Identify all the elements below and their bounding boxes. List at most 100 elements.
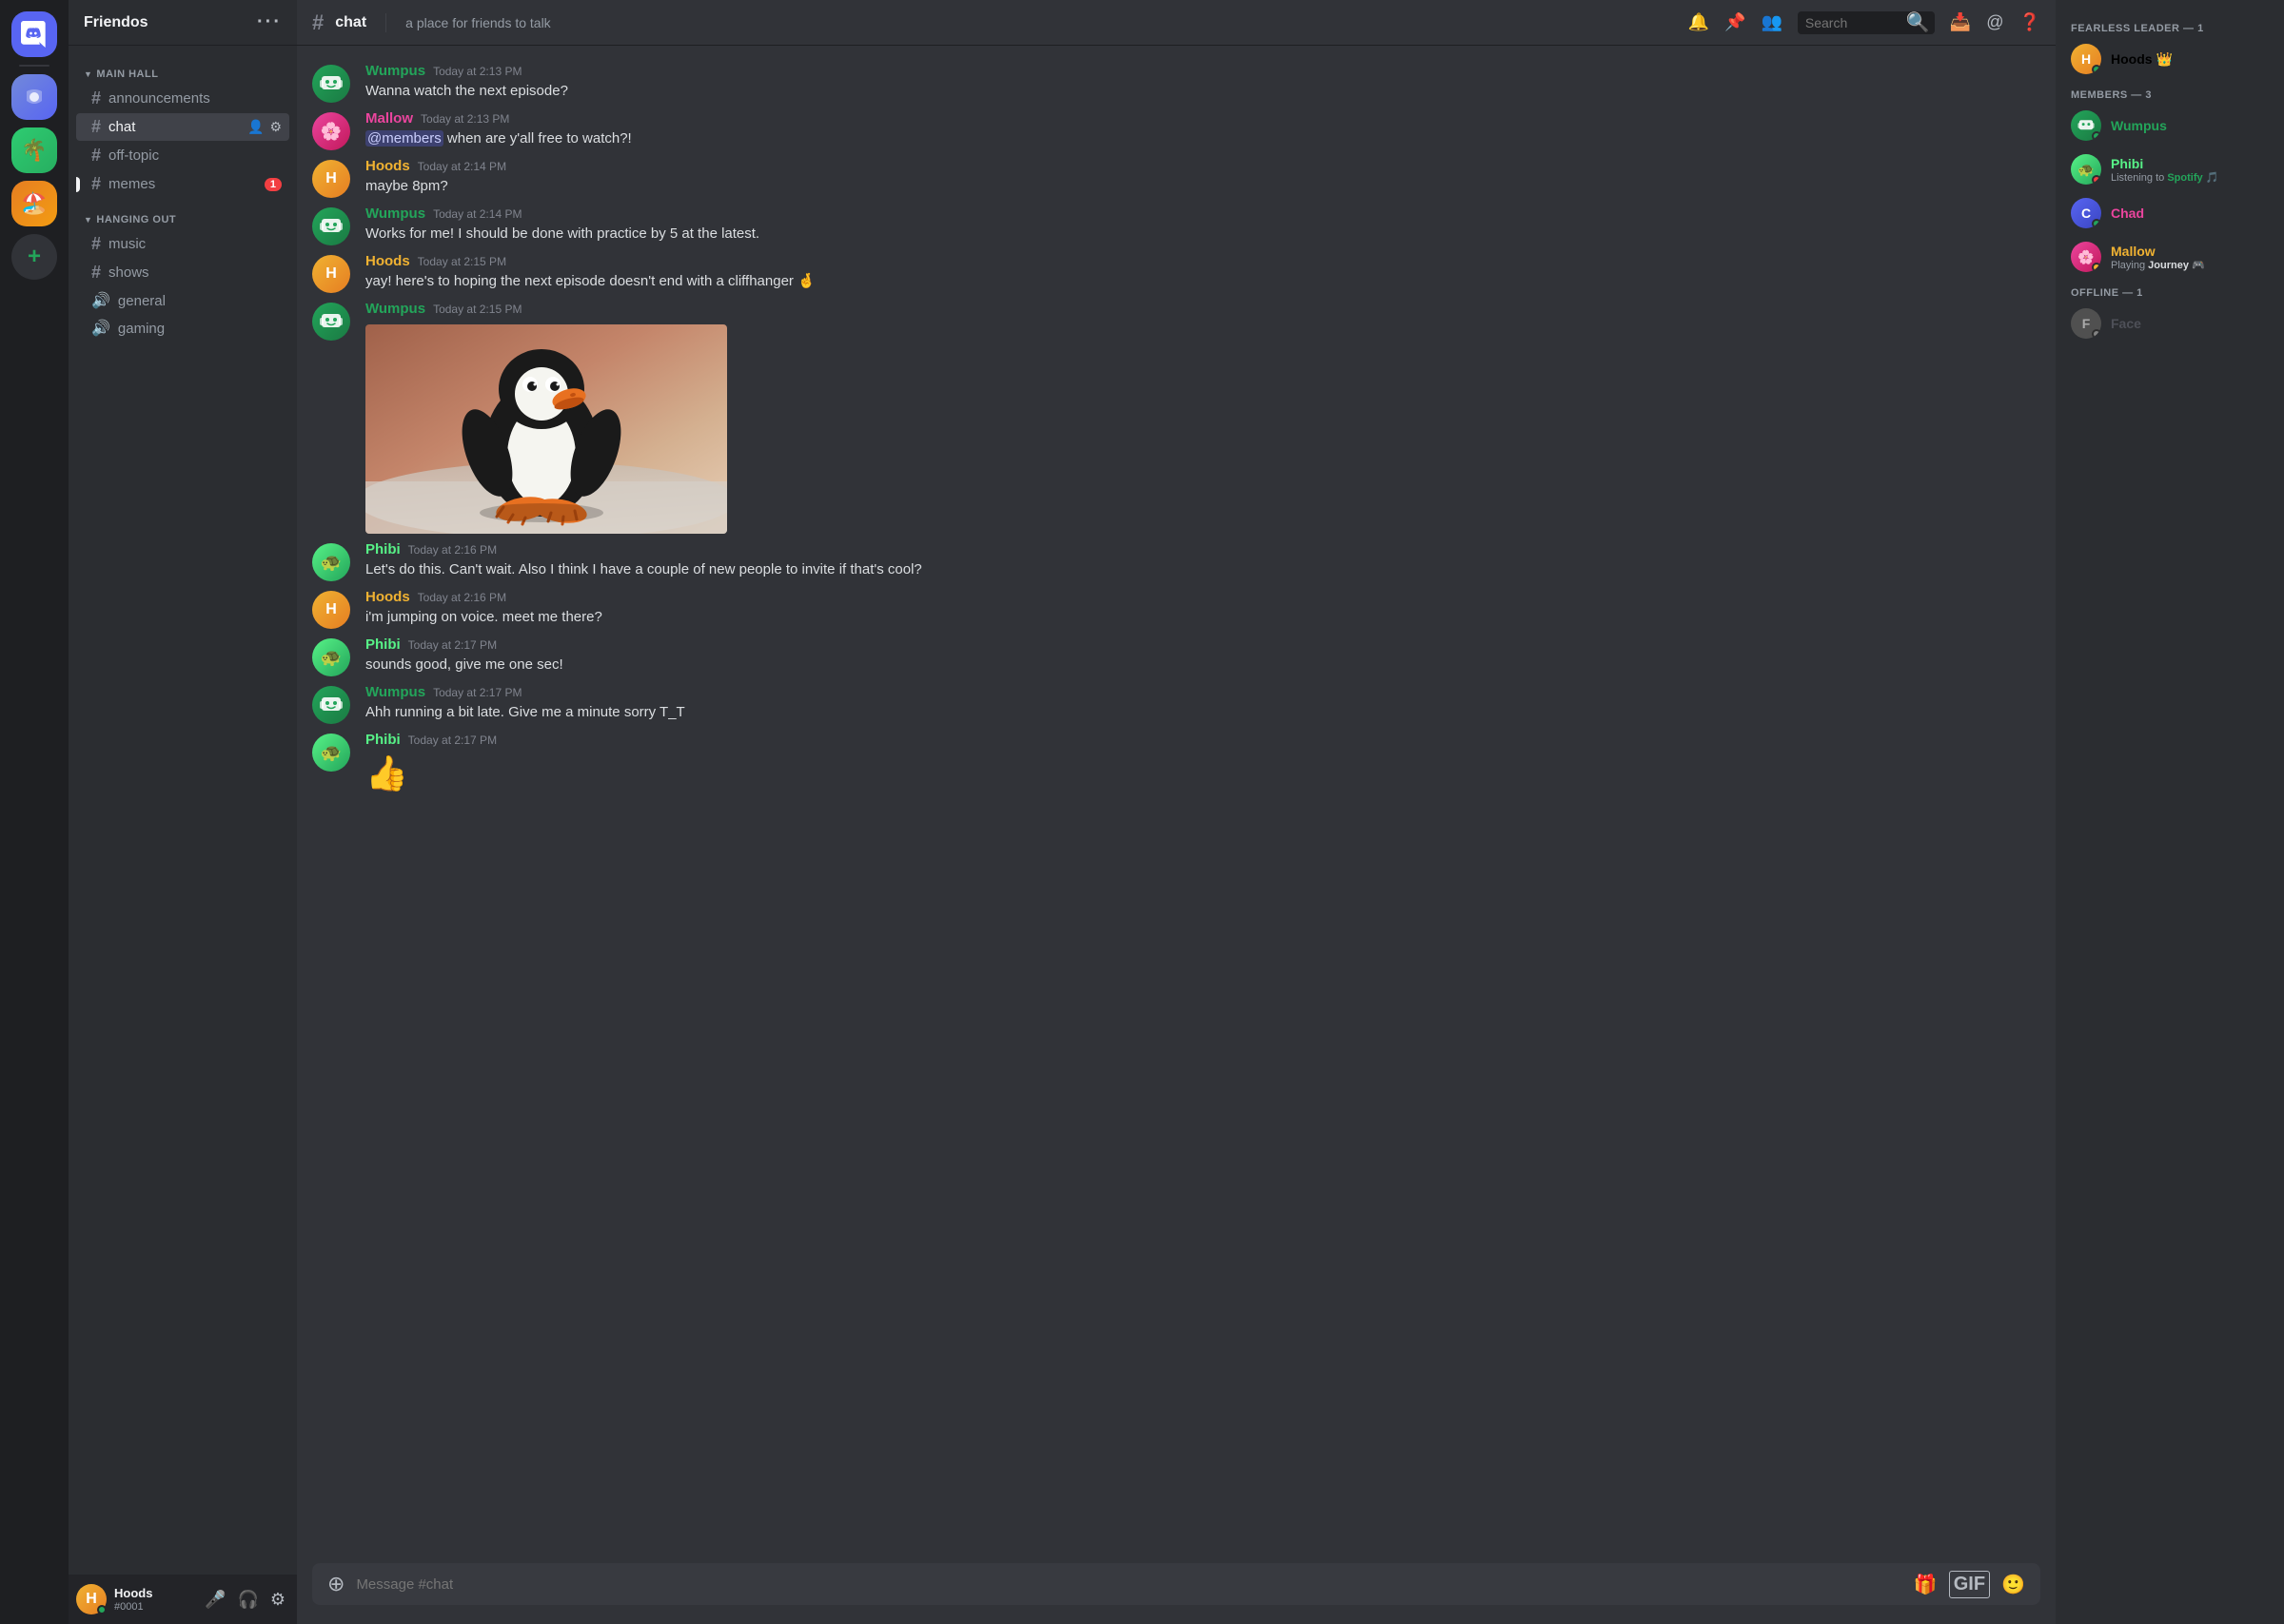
avatar-phibi: 🐢: [312, 543, 350, 581]
msg-timestamp: Today at 2:17 PM: [408, 734, 497, 747]
channel-hash-icon: #: [312, 10, 324, 35]
msg-content: Wumpus Today at 2:13 PM Wanna watch the …: [365, 63, 2040, 103]
member-item-mallow[interactable]: 🌸 Mallow Playing Journey 🎮: [2063, 236, 2276, 278]
input-icons: 🎁 GIF 🙂: [1914, 1571, 2025, 1598]
settings-icon[interactable]: ⚙: [269, 119, 282, 135]
msg-timestamp: Today at 2:14 PM: [433, 207, 522, 221]
channel-item-music[interactable]: # music: [76, 230, 289, 258]
gift-icon[interactable]: 🎁: [1914, 1573, 1938, 1596]
add-server-button[interactable]: +: [11, 234, 57, 280]
msg-timestamp: Today at 2:14 PM: [418, 160, 506, 173]
server-icon-1[interactable]: [11, 74, 57, 120]
help-icon[interactable]: ❓: [2019, 12, 2040, 32]
server-icon-2[interactable]: 🌴: [11, 127, 57, 173]
member-name: Chad: [2111, 205, 2269, 221]
member-status-dot: [2092, 131, 2101, 141]
server-list: 🌴 🏖️ +: [0, 0, 69, 1624]
attach-button[interactable]: ⊕: [327, 1572, 345, 1596]
msg-text: Let's do this. Can't wait. Also I think …: [365, 559, 2040, 579]
inbox-icon[interactable]: 📥: [1950, 12, 1971, 32]
user-avatar-wrap: H: [76, 1584, 107, 1614]
member-item-chad[interactable]: C Chad: [2063, 192, 2276, 234]
member-avatar-hoods: H: [2071, 44, 2101, 74]
message-input[interactable]: [356, 1576, 1901, 1593]
msg-author[interactable]: Wumpus: [365, 63, 425, 79]
msg-author[interactable]: Wumpus: [365, 684, 425, 700]
msg-author[interactable]: Wumpus: [365, 205, 425, 222]
msg-text: Works for me! I should be done with prac…: [365, 224, 2040, 244]
member-name: Phibi: [2111, 156, 2269, 171]
user-bar: H Hoods #0001 🎤 🎧 ⚙: [69, 1575, 297, 1624]
member-item-wumpus[interactable]: Wumpus: [2063, 105, 2276, 147]
msg-image: [365, 324, 2040, 534]
msg-text: i'm jumping on voice. meet me there?: [365, 607, 2040, 627]
channel-item-gaming-voice[interactable]: 🔊 gaming: [76, 315, 289, 342]
category-main-hall[interactable]: ▼ MAIN HALL: [69, 53, 297, 84]
server-name: Friendos: [84, 14, 148, 31]
msg-content: Phibi Today at 2:17 PM sounds good, give…: [365, 636, 2040, 676]
search-bar[interactable]: 🔍: [1798, 11, 1935, 34]
headset-icon[interactable]: 🎧: [233, 1586, 262, 1614]
message-group: 🐢 Phibi Today at 2:16 PM Let's do this. …: [297, 539, 2056, 583]
input-wrap: ⊕ 🎁 GIF 🙂: [312, 1563, 2040, 1605]
channel-item-off-topic[interactable]: # off-topic: [76, 142, 289, 169]
server-icon-3[interactable]: 🏖️: [11, 181, 57, 226]
server-name-bar[interactable]: Friendos ···: [69, 0, 297, 46]
discord-home-button[interactable]: [11, 11, 57, 57]
msg-timestamp: Today at 2:13 PM: [433, 65, 522, 78]
msg-author[interactable]: Phibi: [365, 541, 401, 558]
msg-author[interactable]: Phibi: [365, 732, 401, 748]
notification-bell-icon[interactable]: 🔔: [1688, 12, 1709, 32]
member-item-hoods[interactable]: H Hoods 👑: [2063, 38, 2276, 80]
msg-content: Hoods Today at 2:14 PM maybe 8pm?: [365, 158, 2040, 198]
msg-author[interactable]: Hoods: [365, 589, 410, 605]
msg-header: Phibi Today at 2:17 PM: [365, 732, 2040, 748]
emoji-button[interactable]: 🙂: [2001, 1573, 2025, 1596]
msg-text: sounds good, give me one sec!: [365, 655, 2040, 675]
microphone-icon[interactable]: 🎤: [201, 1586, 229, 1614]
msg-author[interactable]: Wumpus: [365, 301, 425, 317]
channel-item-shows[interactable]: # shows: [76, 259, 289, 286]
msg-text: Ahh running a bit late. Give me a minute…: [365, 702, 2040, 722]
members-list-icon[interactable]: 👥: [1761, 12, 1782, 32]
member-item-face[interactable]: F Face: [2063, 303, 2276, 344]
msg-content: Hoods Today at 2:16 PM i'm jumping on vo…: [365, 589, 2040, 629]
member-info: Hoods 👑: [2111, 51, 2269, 68]
memes-badge: 1: [265, 178, 282, 191]
member-status-dot: [2092, 263, 2101, 272]
channel-item-memes[interactable]: # memes 1: [76, 170, 289, 198]
channel-list: ▼ MAIN HALL # announcements # chat 👤 ⚙ #…: [69, 46, 297, 1575]
member-info: Wumpus: [2111, 118, 2269, 133]
msg-author[interactable]: Hoods: [365, 158, 410, 174]
avatar-hoods: H: [312, 160, 350, 198]
pin-icon[interactable]: 📌: [1724, 12, 1745, 32]
msg-timestamp: Today at 2:13 PM: [421, 112, 509, 126]
member-item-phibi[interactable]: 🐢 Phibi Listening to Spotify 🎵: [2063, 148, 2276, 190]
msg-timestamp: Today at 2:17 PM: [433, 686, 522, 699]
msg-content: Wumpus Today at 2:15 PM: [365, 301, 2040, 534]
message-group: H Hoods Today at 2:16 PM i'm jumping on …: [297, 587, 2056, 631]
member-info: Chad: [2111, 205, 2269, 221]
channel-item-general-voice[interactable]: 🔊 general: [76, 287, 289, 314]
input-bar: ⊕ 🎁 GIF 🙂: [297, 1563, 2056, 1624]
msg-author[interactable]: Mallow: [365, 110, 413, 127]
speaker-icon-gaming: 🔊: [91, 319, 110, 338]
mention-icon[interactable]: @: [1986, 12, 2003, 32]
message-group: Wumpus Today at 2:15 PM: [297, 299, 2056, 536]
server-divider: [19, 65, 49, 67]
server-more-options[interactable]: ···: [257, 11, 282, 33]
msg-header: Mallow Today at 2:13 PM: [365, 110, 2040, 127]
msg-text: Wanna watch the next episode?: [365, 81, 2040, 101]
channel-item-chat[interactable]: # chat 👤 ⚙: [76, 113, 289, 141]
channel-item-announcements[interactable]: # announcements: [76, 85, 289, 112]
user-settings-icon[interactable]: ⚙: [266, 1586, 289, 1614]
gif-button[interactable]: GIF: [1949, 1571, 1990, 1598]
add-member-icon[interactable]: 👤: [247, 119, 264, 135]
member-status-dot: [2092, 175, 2101, 185]
category-hanging-out[interactable]: ▼ HANGING OUT: [69, 199, 297, 229]
member-activity: Listening to Spotify 🎵: [2111, 171, 2269, 184]
msg-author[interactable]: Hoods: [365, 253, 410, 269]
search-input[interactable]: [1805, 15, 1900, 30]
avatar-wumpus2: [312, 207, 350, 245]
msg-author[interactable]: Phibi: [365, 636, 401, 653]
